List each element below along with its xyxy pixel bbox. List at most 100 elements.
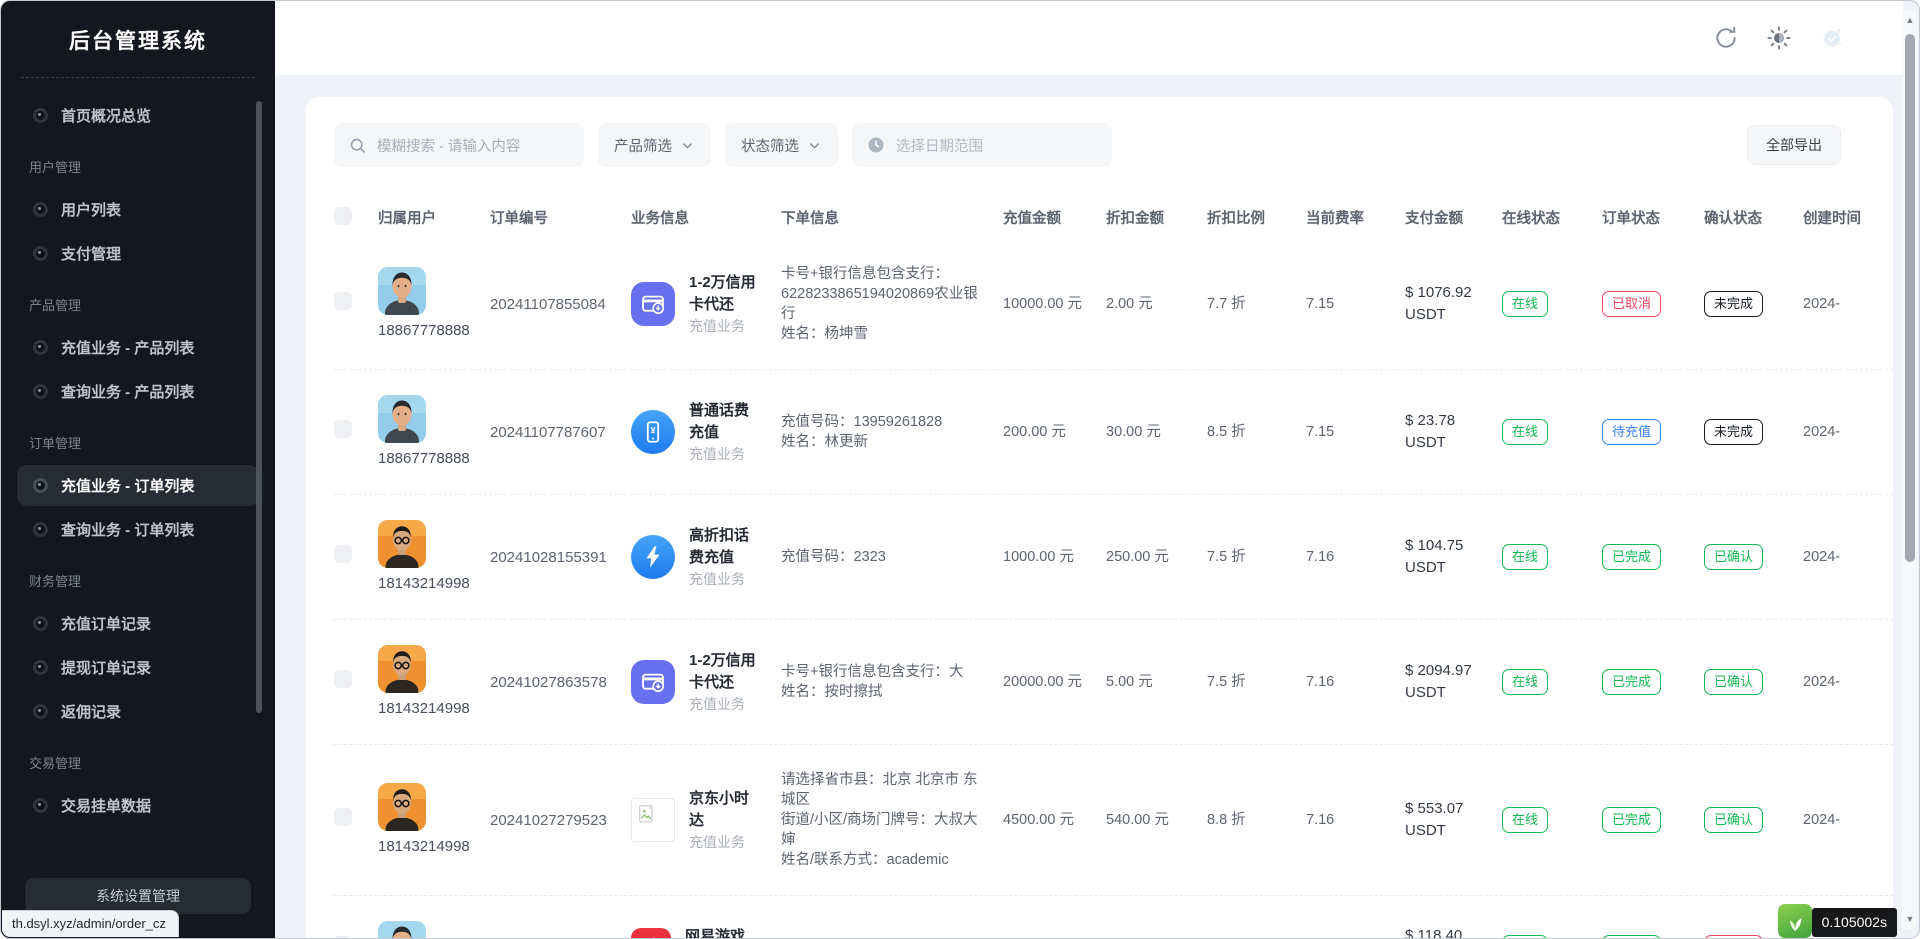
row-select-cell: [334, 292, 378, 316]
user-avatar: [378, 395, 426, 443]
row-select-cell: [334, 936, 378, 938]
status-filter-select[interactable]: 状态筛选: [725, 123, 838, 167]
discount-ratio-cell: 8.8 折: [1207, 810, 1306, 830]
discount-ratio-cell: 7.5 折: [1207, 672, 1306, 692]
user-cell: 18143214998: [378, 783, 490, 857]
created-cell: 2024-: [1803, 422, 1893, 442]
product-filter-label: 产品筛选: [614, 135, 672, 156]
pay-amount: $ 104.75: [1405, 535, 1484, 558]
bullseye-icon: [33, 478, 48, 493]
confirm-status-badge: 已确认: [1704, 807, 1763, 833]
column-header: 确认状态: [1704, 209, 1803, 229]
sidebar-item[interactable]: 用户列表: [17, 189, 259, 230]
scrollbar-up-arrow[interactable]: ▲: [1902, 12, 1918, 28]
product-category: 充值业务: [689, 695, 763, 715]
chevron-down-icon: [680, 138, 695, 153]
user-avatar: [378, 783, 426, 831]
scrollbar-down-arrow[interactable]: ▼: [1902, 911, 1918, 927]
export-all-button[interactable]: 全部导出: [1747, 125, 1841, 165]
sidebar-item-label: 返佣记录: [61, 701, 121, 722]
pay-amount-cell: $ 104.75USDT: [1405, 535, 1502, 580]
rate-cell: 7.16: [1306, 810, 1405, 830]
pay-amount: $ 2094.97: [1405, 660, 1484, 683]
order-status-badge: 已完成: [1602, 807, 1661, 833]
user-phone: 18143214998: [378, 836, 472, 857]
sidebar-group-label: 交易管理: [1, 735, 275, 782]
chevron-down-icon: [807, 138, 822, 153]
select-all-checkbox[interactable]: [334, 207, 352, 225]
sidebar-item[interactable]: 查询业务 - 产品列表: [17, 371, 259, 412]
discount-ratio-cell: 7.7 折: [1207, 294, 1306, 314]
business-cell: 京东小时达充值业务: [631, 788, 781, 853]
column-header: 折扣比例: [1207, 209, 1306, 229]
date-range-picker[interactable]: 选择日期范围: [852, 123, 1112, 167]
created-cell: 2024-: [1803, 810, 1893, 830]
recharge-amount-cell: 20000.00 元: [1003, 672, 1106, 692]
table-row: 1814321499820241028155391高折扣话费充值充值业务充值号码…: [334, 494, 1893, 619]
row-checkbox[interactable]: [334, 670, 352, 688]
online-status-badge-cell: 在线: [1502, 544, 1602, 570]
online-status-badge: 在线: [1502, 291, 1548, 317]
row-select-cell: [334, 420, 378, 444]
bullseye-icon: [33, 522, 48, 537]
product-name: 1-2万信用卡代还: [689, 650, 763, 694]
discount-ratio-cell: 8.5 折: [1207, 422, 1306, 442]
product-category: 充值业务: [689, 445, 763, 465]
order-info-line: 姓名：杨坤雪: [781, 324, 985, 344]
row-checkbox[interactable]: [334, 292, 352, 310]
sidebar-item[interactable]: 交易挂单数据: [17, 785, 259, 826]
user-cell: 18867778888: [378, 395, 490, 469]
sidebar-item[interactable]: 返佣记录: [17, 691, 259, 732]
image-placeholder-icon: [631, 798, 675, 842]
created-cell: 2024-: [1803, 672, 1893, 692]
row-checkbox[interactable]: [334, 545, 352, 563]
online-status-badge: 在线: [1502, 669, 1548, 695]
row-checkbox[interactable]: [334, 420, 352, 438]
sidebar-item[interactable]: 提现订单记录: [17, 647, 259, 688]
orders-card: 模糊搜索 - 请输入内容 产品筛选 状态筛选: [306, 97, 1893, 938]
sidebar-scrollbar-thumb[interactable]: [256, 101, 262, 713]
rate-cell: 7.16: [1306, 547, 1405, 567]
product-name: 网易游戏: [685, 926, 763, 938]
page-scrollbar-thumb[interactable]: [1905, 34, 1915, 562]
bullseye-icon: [33, 108, 48, 123]
pay-currency: USDT: [1405, 820, 1484, 843]
pay-currency: USDT: [1405, 432, 1484, 455]
pay-amount-cell: $ 2094.97USDT: [1405, 660, 1502, 705]
refresh-icon[interactable]: [1713, 25, 1739, 51]
sidebar-group-label: 产品管理: [1, 277, 275, 324]
product-filter-select[interactable]: 产品筛选: [598, 123, 711, 167]
rate-cell: 7.15: [1306, 294, 1405, 314]
discount-amount-cell: 30.00 元: [1106, 422, 1207, 442]
search-input[interactable]: 模糊搜索 - 请输入内容: [334, 123, 584, 167]
sidebar-item-label: 查询业务 - 订单列表: [61, 519, 194, 540]
bullseye-icon: [33, 340, 48, 355]
table-row: 18143214998202410278635781-2万信用卡代还充值业务卡号…: [334, 619, 1893, 744]
row-checkbox[interactable]: [334, 936, 352, 938]
assistant-badge-icon[interactable]: [1819, 25, 1845, 51]
system-settings-button[interactable]: 系统设置管理: [25, 878, 251, 914]
confirm-status-badge: 未收到: [1704, 935, 1763, 938]
sidebar-item[interactable]: 首页概况总览: [17, 95, 259, 136]
sidebar-item[interactable]: 充值业务 - 订单列表: [17, 465, 259, 506]
row-select-cell: [334, 545, 378, 569]
discount-amount-cell: 250.00 元: [1106, 547, 1207, 567]
lightning-icon: [631, 535, 675, 579]
sidebar-item[interactable]: 查询业务 - 订单列表: [17, 509, 259, 550]
page-scrollbar[interactable]: ▲ ▼: [1902, 10, 1918, 929]
order-status-badge-cell: 已完成: [1602, 669, 1704, 695]
sidebar-item-label: 提现订单记录: [61, 657, 151, 678]
sidebar-item[interactable]: 充值订单记录: [17, 603, 259, 644]
theme-icon[interactable]: [1766, 25, 1792, 51]
sidebar-item[interactable]: 充值业务 - 产品列表: [17, 327, 259, 368]
perf-timer-widget[interactable]: 0.105002s: [1778, 904, 1897, 938]
online-status-badge-cell: 在线: [1502, 935, 1602, 938]
row-checkbox[interactable]: [334, 808, 352, 826]
order-status-badge-cell: 已取消: [1602, 291, 1704, 317]
sidebar-item[interactable]: 支付管理: [17, 233, 259, 274]
search-icon: [348, 136, 367, 155]
product-category: 充值业务: [689, 833, 763, 853]
order-status-badge: 已完成: [1602, 935, 1661, 938]
pay-currency: USDT: [1405, 557, 1484, 580]
order-info-line: 姓名：按时擦拭: [781, 682, 985, 702]
